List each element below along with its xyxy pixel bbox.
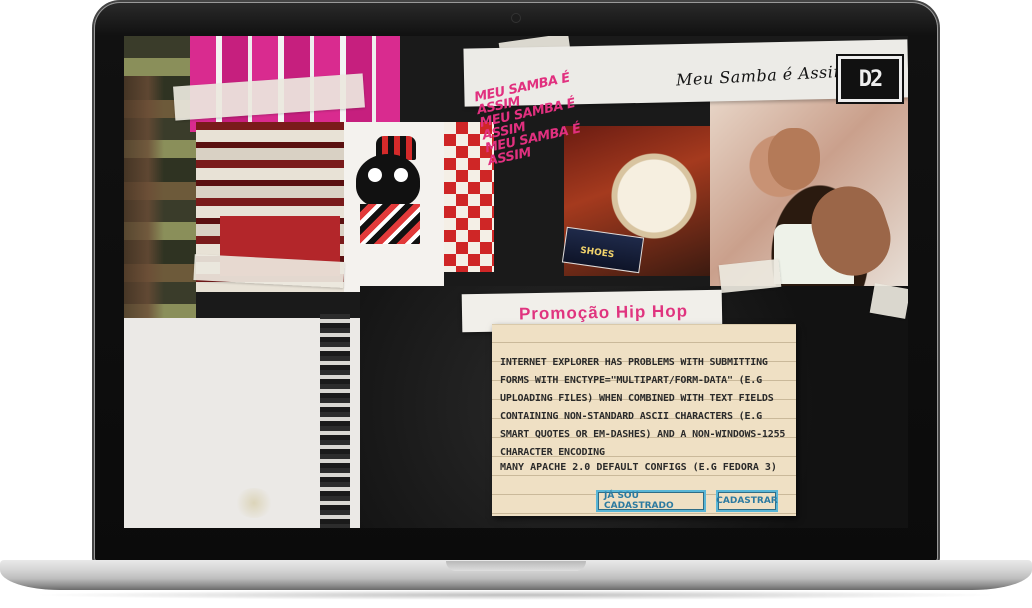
tape-strip: [869, 283, 908, 319]
graffiti-character: [356, 154, 420, 208]
already-registered-button[interactable]: Já sou cadastrado: [596, 490, 706, 512]
artist-face: [768, 128, 820, 190]
graffiti-eye: [394, 168, 408, 182]
torn-edge: [320, 314, 350, 528]
laptop-notch: [446, 561, 586, 571]
film-strip-photo: [124, 36, 196, 326]
register-button[interactable]: Cadastrar: [716, 490, 778, 512]
promo-title: Promoção Hip Hop: [518, 301, 689, 324]
person-silhouette: [124, 76, 164, 326]
notice-line2: Many Apache 2.0 default configs (e.g Fed…: [500, 462, 777, 473]
paper-smudge: [234, 488, 274, 518]
graffiti-eye: [368, 168, 382, 182]
graffiti-stripes: [360, 204, 420, 244]
d2-badge-logo[interactable]: D2: [836, 54, 904, 104]
website-screen: SHOES Meu Samba é Assim Meu Samba é Assi…: [124, 36, 908, 528]
camera-icon: [512, 14, 520, 22]
laptop-shadow: [30, 590, 1002, 600]
notice-paragraph: Internet Explorer has problems with subm…: [500, 357, 786, 459]
